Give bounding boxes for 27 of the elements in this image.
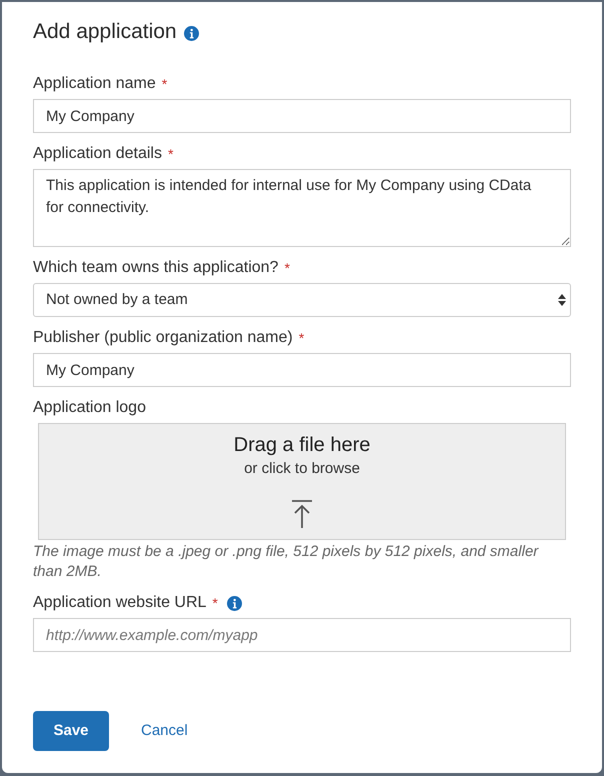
text-field[interactable]: My Company — [33, 99, 571, 133]
file-dropzone[interactable]: Drag a file here or click to browse — [38, 423, 566, 540]
field-label: Application website URL — [33, 593, 206, 613]
info-icon[interactable] — [184, 26, 199, 40]
dropdown[interactable]: Not owned by a team — [33, 283, 571, 317]
text-area[interactable]: This application is intended for internal use for My Company using CData for connectivity. — [33, 169, 571, 247]
required-asterisk: * — [168, 145, 174, 164]
field-label: Application details — [33, 144, 162, 164]
required-asterisk: * — [284, 259, 290, 278]
field-label: Publisher (public organization name) — [33, 328, 293, 348]
required-asterisk: * — [298, 329, 304, 348]
dropzone-subtext: or click to browse — [244, 459, 360, 479]
hint-text: The image must be a .jpeg or .png file, 512 pixels by 512 pixels, and smaller than 2MB. — [33, 542, 540, 582]
field-label: Application name — [33, 74, 156, 94]
text-field[interactable]: My Company — [33, 353, 571, 387]
cancel-link[interactable]: Cancel — [141, 720, 188, 742]
upload-arrow-icon — [292, 500, 312, 528]
dialog-title: Add application — [33, 19, 177, 45]
required-asterisk: * — [212, 594, 218, 613]
field-label: Application logo — [33, 398, 146, 418]
up-down-triangles-icon — [558, 293, 566, 307]
field-label: Which team owns this application? — [33, 258, 278, 278]
required-asterisk: * — [162, 75, 168, 94]
text-field[interactable]: http://www.example.com/myapp — [33, 618, 571, 652]
info-icon[interactable] — [226, 596, 242, 610]
save-button[interactable]: Save — [33, 711, 109, 751]
dropzone-heading: Drag a file here — [234, 433, 370, 458]
